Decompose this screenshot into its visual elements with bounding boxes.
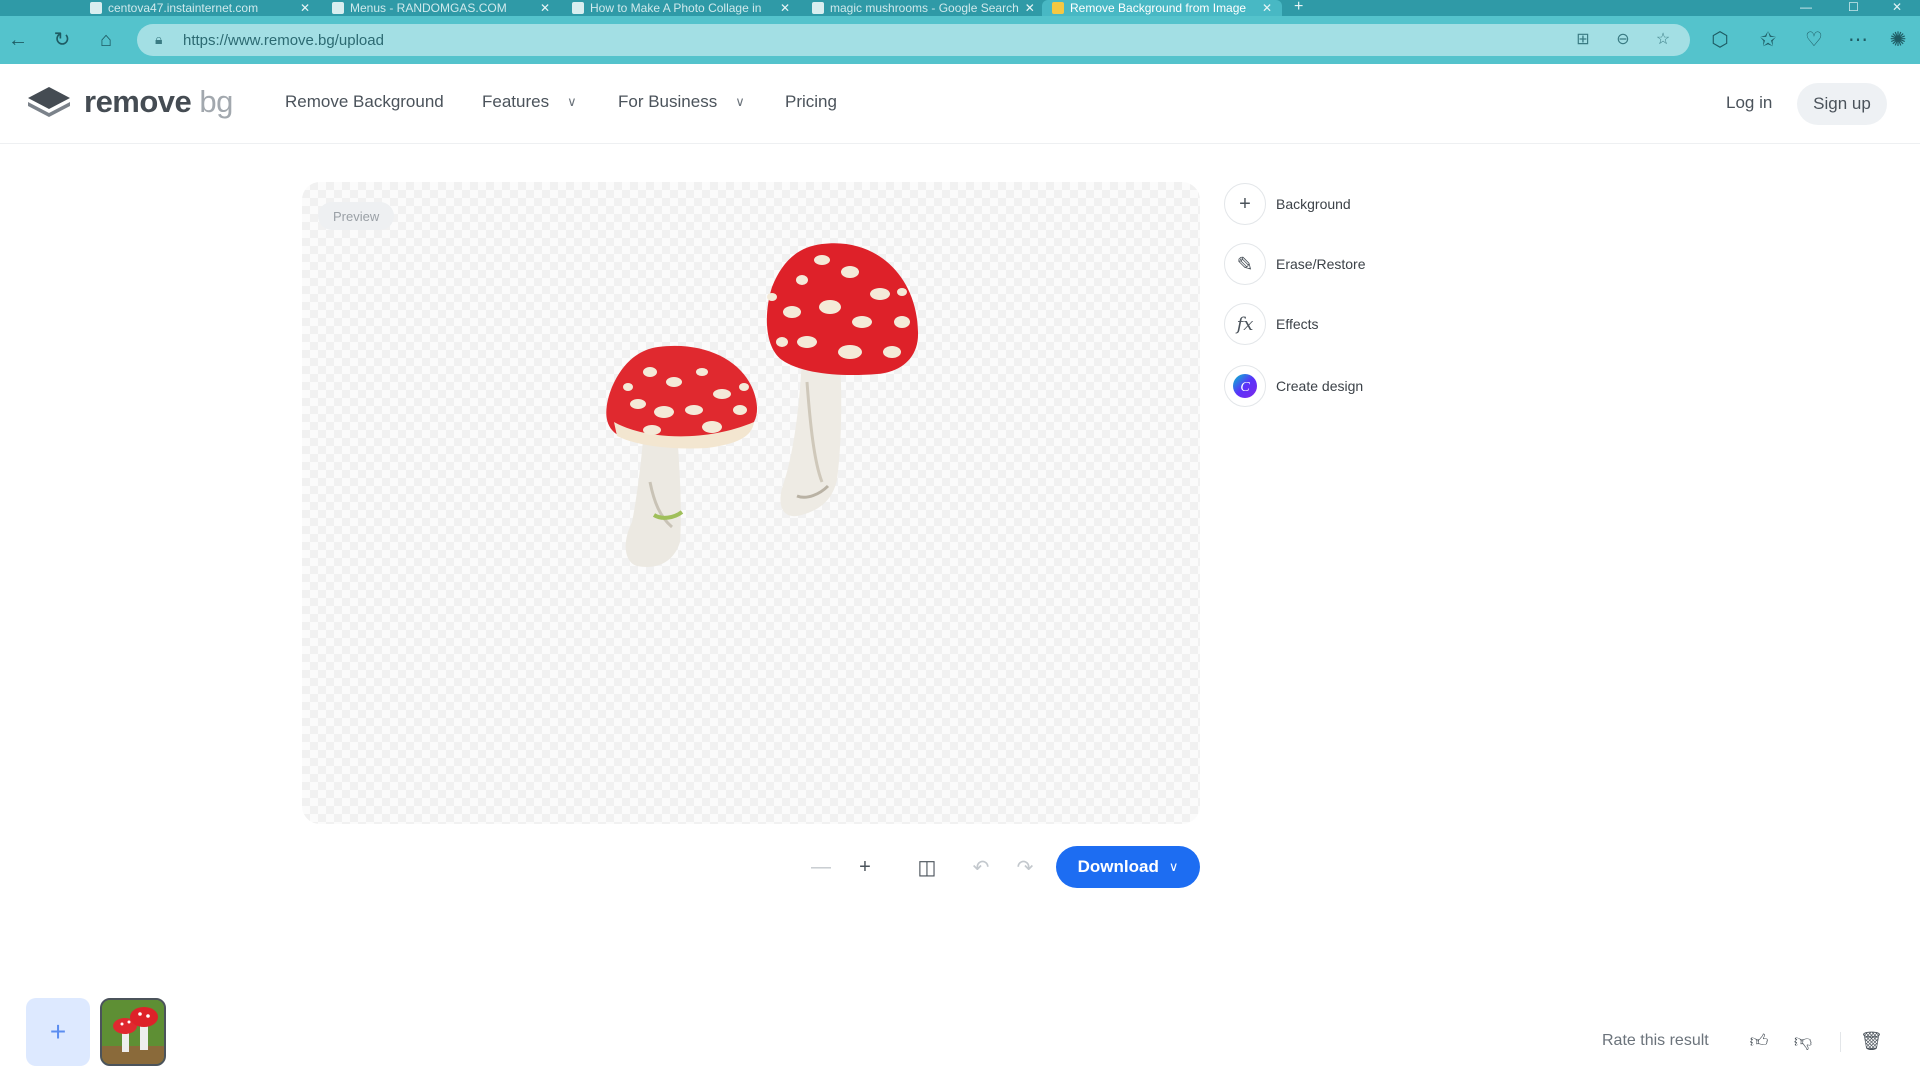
back-icon[interactable]: ← bbox=[6, 28, 30, 52]
tab-label: Remove Background from Image bbox=[1070, 1, 1247, 15]
nav-label: Pricing bbox=[785, 92, 837, 111]
logo-wordmark: remove bg bbox=[84, 84, 233, 120]
removebg-logo-icon bbox=[28, 87, 70, 117]
browser-essentials-icon[interactable]: ♡ bbox=[1802, 28, 1826, 52]
browser-tab-active[interactable]: Remove Background from Image ✕ bbox=[1042, 0, 1282, 16]
close-icon[interactable]: ✕ bbox=[780, 1, 790, 15]
new-tab-icon[interactable]: + bbox=[1294, 0, 1303, 16]
brush-icon: ✎ bbox=[1224, 243, 1266, 285]
tab-label: centova47.instainternet.com bbox=[108, 1, 259, 15]
zoom-icon[interactable]: ⊖ bbox=[1613, 30, 1633, 50]
minimize-icon[interactable]: — bbox=[1800, 0, 1812, 14]
page-icon bbox=[332, 2, 344, 14]
apps-icon[interactable]: ⊞ bbox=[1573, 30, 1593, 50]
thumbs-up-icon[interactable]: 👍︎ bbox=[1748, 1030, 1770, 1052]
removebg-favicon-icon bbox=[1052, 2, 1064, 14]
tab-label: How to Make A Photo Collage in bbox=[590, 1, 762, 15]
globe-icon bbox=[90, 2, 102, 14]
nav-remove-background[interactable]: Remove Background bbox=[285, 92, 444, 112]
erase-restore-tool-button[interactable]: ✎ Erase/Restore bbox=[1224, 242, 1424, 286]
undo-icon[interactable]: ↶ bbox=[966, 852, 996, 882]
chevron-down-icon: ∨ bbox=[735, 94, 745, 109]
create-design-tool-button[interactable]: C Create design bbox=[1224, 364, 1424, 408]
url-text: https://www.remove.bg/upload bbox=[183, 32, 384, 49]
browser-tab-bar: centova47.instainternet.com ✕ Menus - RA… bbox=[0, 0, 1920, 16]
canva-icon: C bbox=[1224, 365, 1266, 407]
tool-label: Background bbox=[1276, 196, 1351, 212]
tool-label: Create design bbox=[1276, 378, 1364, 394]
zoom-in-button[interactable]: + bbox=[850, 852, 880, 882]
divider bbox=[1840, 1032, 1841, 1052]
download-button[interactable]: Download ∨ bbox=[1056, 846, 1200, 888]
image-preview-canvas[interactable]: Preview bbox=[302, 182, 1200, 824]
rate-result-label: Rate this result bbox=[1602, 1032, 1709, 1049]
page-icon bbox=[572, 2, 584, 14]
nav-label: Remove Background bbox=[285, 92, 444, 111]
maximize-icon[interactable]: ☐ bbox=[1848, 0, 1859, 14]
close-icon[interactable]: ✕ bbox=[1025, 1, 1035, 15]
nav-for-business[interactable]: For Business ∨ bbox=[618, 92, 745, 112]
favorite-star-icon[interactable]: ☆ bbox=[1653, 30, 1673, 50]
close-icon[interactable]: ✕ bbox=[1262, 1, 1272, 15]
window-close-icon[interactable]: ✕ bbox=[1892, 0, 1902, 14]
login-link[interactable]: Log in bbox=[1726, 93, 1772, 113]
add-image-button[interactable]: + bbox=[26, 998, 90, 1066]
fx-icon: fx bbox=[1224, 303, 1266, 345]
download-label: Download bbox=[1077, 857, 1159, 876]
svg-text:C: C bbox=[1240, 380, 1250, 395]
mushroom-cutout-image bbox=[606, 243, 919, 567]
close-icon[interactable]: ✕ bbox=[540, 1, 550, 15]
trash-icon[interactable]: 🗑︎ bbox=[1860, 1030, 1883, 1052]
browser-tab[interactable]: centova47.instainternet.com ✕ bbox=[80, 0, 320, 16]
copilot-icon[interactable]: ✺ bbox=[1886, 28, 1910, 52]
logo-main-text: remove bbox=[84, 84, 192, 119]
nav-label: For Business bbox=[618, 92, 718, 111]
favorites-icon[interactable]: ✩ bbox=[1756, 28, 1780, 52]
removebg-logo[interactable]: remove bg bbox=[26, 84, 233, 120]
effects-tool-button[interactable]: fx Effects bbox=[1224, 302, 1424, 346]
close-icon[interactable]: ✕ bbox=[300, 1, 310, 15]
image-thumbnail[interactable] bbox=[100, 998, 166, 1066]
nav-label: Features bbox=[482, 92, 550, 111]
browser-tab[interactable]: magic mushrooms - Google Search ✕ bbox=[802, 0, 1040, 16]
google-icon bbox=[812, 2, 824, 14]
plus-icon: + bbox=[49, 1016, 67, 1047]
redo-icon[interactable]: ↷ bbox=[1010, 852, 1040, 882]
chevron-down-icon: ∨ bbox=[567, 94, 577, 109]
plus-icon: + bbox=[1224, 183, 1266, 225]
site-header: remove bg Remove Background Features ∨ F… bbox=[0, 64, 1920, 144]
compare-icon[interactable]: ◫ bbox=[912, 852, 942, 882]
nav-pricing[interactable]: Pricing bbox=[785, 92, 837, 112]
signup-button[interactable]: Sign up bbox=[1797, 83, 1887, 125]
tab-label: magic mushrooms - Google Search bbox=[830, 1, 1019, 15]
address-bar[interactable]: 🔒︎ https://www.remove.bg/upload ⊞ ⊖ ☆ bbox=[137, 24, 1690, 56]
browser-tab[interactable]: Menus - RANDOMGAS.COM ✕ bbox=[322, 0, 560, 16]
signup-label: Sign up bbox=[1813, 94, 1871, 113]
thumbnail-mushroom-image bbox=[102, 1000, 164, 1064]
thumbs-down-icon[interactable]: 👎︎ bbox=[1792, 1030, 1814, 1052]
tool-label: Effects bbox=[1276, 316, 1319, 332]
browser-tab[interactable]: How to Make A Photo Collage in ✕ bbox=[562, 0, 800, 16]
logo-suffix-text: bg bbox=[199, 84, 233, 119]
zoom-out-button[interactable]: — bbox=[806, 852, 836, 882]
home-icon[interactable]: ⌂ bbox=[94, 28, 118, 52]
refresh-icon[interactable]: ↻ bbox=[50, 28, 74, 52]
background-tool-button[interactable]: + Background bbox=[1224, 182, 1424, 226]
extensions-icon[interactable]: ⬡ bbox=[1708, 28, 1732, 52]
chevron-down-icon: ∨ bbox=[1168, 859, 1179, 874]
tool-label: Erase/Restore bbox=[1276, 256, 1366, 272]
lock-icon: 🔒︎ bbox=[155, 31, 163, 47]
more-options-icon[interactable]: ⋯ bbox=[1846, 28, 1870, 52]
tab-label: Menus - RANDOMGAS.COM bbox=[350, 1, 507, 15]
nav-features[interactable]: Features ∨ bbox=[482, 92, 577, 112]
